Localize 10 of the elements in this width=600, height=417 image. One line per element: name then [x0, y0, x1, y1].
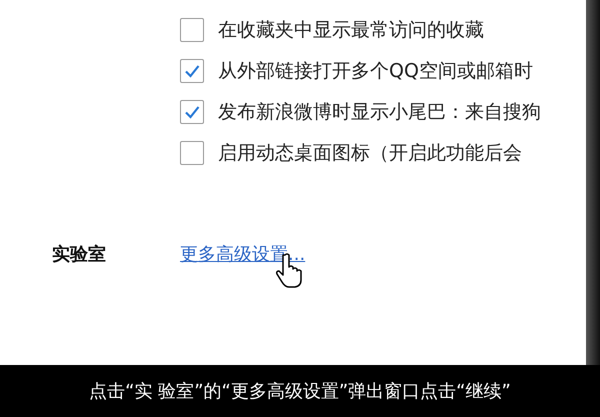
section-label: 实验室 [52, 243, 107, 266]
checkbox[interactable] [180, 18, 204, 42]
checkbox[interactable] [180, 59, 204, 83]
checkbox[interactable] [180, 100, 204, 124]
option-label: 从外部链接打开多个QQ空间或邮箱时 [218, 59, 533, 84]
option-label: 在收藏夹中显示最常访问的收藏 [218, 18, 484, 43]
checkbox[interactable] [180, 141, 204, 165]
option-label: 发布新浪微博时显示小尾巴：来自搜狗 [218, 100, 541, 125]
subtitle: 点击“实 验室”的“更多高级设置”弹出窗口点击“继续” [89, 380, 511, 403]
option-label: 启用动态桌面图标（开启此功能后会 [218, 141, 522, 166]
